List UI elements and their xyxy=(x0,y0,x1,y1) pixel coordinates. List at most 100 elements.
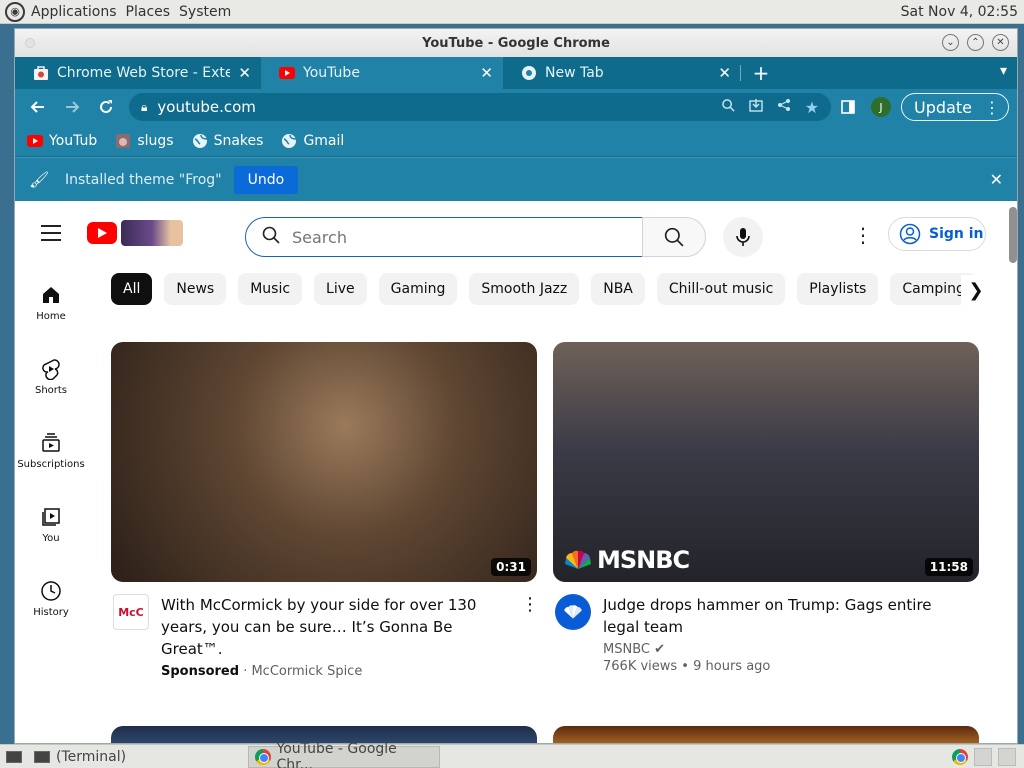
voice-search-button[interactable] xyxy=(723,217,763,257)
video-thumbnail[interactable]: 0:31 xyxy=(111,342,537,582)
webstore-icon xyxy=(33,65,49,81)
video-meta: Judge drops hammer on Trump: Gags entire… xyxy=(553,594,979,674)
video-title[interactable]: Judge drops hammer on Trump: Gags entire… xyxy=(603,594,955,638)
distro-logo-icon[interactable]: ◉ xyxy=(5,1,25,22)
lock-icon[interactable]: 🔒︎ xyxy=(141,100,147,115)
guide-label: You xyxy=(42,533,60,544)
paintbrush-icon: 🖌︎ xyxy=(29,170,50,189)
workspace-1[interactable] xyxy=(974,747,992,766)
tab-search-chevron-down-icon[interactable]: ▾ xyxy=(1000,63,1007,79)
video-thumbnail[interactable] xyxy=(553,726,979,743)
chip-nba[interactable]: NBA xyxy=(591,273,645,305)
sign-in-label: Sign in xyxy=(929,226,984,242)
close-window-icon[interactable]: ✕ xyxy=(992,34,1009,51)
maximize-icon[interactable]: ⌃ xyxy=(967,34,984,51)
sponsored-label: Sponsored xyxy=(161,664,240,679)
youtube-doodle-logo[interactable] xyxy=(87,219,183,247)
chip-live[interactable]: Live xyxy=(314,273,367,305)
page-scrollbar[interactable] xyxy=(1009,207,1017,263)
tab-close-icon[interactable]: ✕ xyxy=(238,64,251,82)
guide-item-shorts[interactable]: Shorts xyxy=(15,341,87,415)
workspace-2[interactable] xyxy=(998,747,1016,766)
chip-chill-out-music[interactable]: Chill-out music xyxy=(656,273,786,305)
channel-avatar-msnbc[interactable] xyxy=(555,594,591,630)
youtube-icon xyxy=(279,65,295,81)
bookmark-label: YouTub xyxy=(49,132,98,149)
tab-youtube[interactable]: YouTube ✕ xyxy=(261,57,503,89)
chip-news[interactable]: News xyxy=(164,273,227,305)
guide-item-subscriptions[interactable]: Subscriptions xyxy=(15,415,87,489)
hamburger-menu-icon[interactable] xyxy=(41,225,61,246)
share-icon[interactable] xyxy=(777,98,791,116)
tab-label: Chrome Web Store - Extens xyxy=(57,65,230,81)
youtube-icon xyxy=(27,133,43,149)
sign-in-button[interactable]: Sign in xyxy=(888,217,986,251)
tab-new-tab[interactable]: New Tab ✕ xyxy=(503,57,741,89)
taskbar-label: YouTube - Google Chr... xyxy=(276,740,397,768)
forward-arrow-icon[interactable] xyxy=(57,92,87,122)
undo-button[interactable]: Undo xyxy=(233,165,299,194)
minimize-icon[interactable]: ⌄ xyxy=(942,34,959,51)
chip-gaming[interactable]: Gaming xyxy=(378,273,458,305)
bookmark-label: Snakes xyxy=(213,132,264,149)
menu-applications[interactable]: Applications xyxy=(31,4,117,20)
chip-playlists[interactable]: Playlists xyxy=(797,273,879,305)
side-panel-icon[interactable] xyxy=(835,100,861,114)
new-tab-button[interactable]: + xyxy=(741,57,781,89)
bookmark-gmail[interactable]: Gmail xyxy=(281,133,344,149)
video-card[interactable]: 0:31 McC With McCormick by your side for… xyxy=(111,342,539,679)
channel-name[interactable]: MSNBC xyxy=(603,642,650,657)
system-tray xyxy=(952,747,1024,766)
tab-close-icon[interactable]: ✕ xyxy=(718,64,731,82)
taskbar-item-terminal[interactable]: (Terminal) xyxy=(28,746,248,768)
video-title[interactable]: With McCormick by your side for over 130… xyxy=(161,594,513,660)
clock[interactable]: Sat Nov 4, 02:55 xyxy=(901,4,1018,20)
install-app-icon[interactable] xyxy=(749,98,763,116)
window-titlebar[interactable]: YouTube - Google Chrome ⌄ ⌃ ✕ xyxy=(15,29,1017,57)
bookmark-label: slugs xyxy=(137,132,174,149)
taskbar-item-chrome[interactable]: YouTube - Google Chr... xyxy=(248,741,440,768)
guide-item-history[interactable]: History xyxy=(15,563,87,637)
video-meta: McC With McCormick by your side for over… xyxy=(111,594,539,679)
window-controls: ⌄ ⌃ ✕ xyxy=(942,34,1009,51)
tab-close-icon[interactable]: ✕ xyxy=(480,64,493,82)
menu-system[interactable]: System xyxy=(179,4,231,20)
back-arrow-icon[interactable] xyxy=(23,92,53,122)
bookmark-snakes[interactable]: Snakes xyxy=(192,132,264,149)
reload-icon[interactable] xyxy=(91,92,121,122)
infobar-message: Installed theme "Frog" xyxy=(65,171,222,188)
chip-all[interactable]: All xyxy=(111,273,153,305)
bookmark-youtube[interactable]: YouTub xyxy=(27,133,97,149)
channel-avatar[interactable]: McC xyxy=(113,594,149,630)
settings-kebab-icon[interactable]: ⋮ xyxy=(853,223,873,247)
chips-next-chevron-right-icon[interactable]: ❯ xyxy=(961,275,991,305)
address-bar[interactable]: 🔒︎ youtube.com ★ xyxy=(129,93,832,121)
bookmark-slugs[interactable]: slugs xyxy=(115,132,174,149)
zoom-search-icon[interactable] xyxy=(721,98,735,116)
url-text[interactable]: youtube.com xyxy=(157,98,721,116)
guide-item-you[interactable]: You xyxy=(15,489,87,563)
chip-music[interactable]: Music xyxy=(238,273,303,305)
profile-avatar[interactable]: J xyxy=(871,97,892,117)
guide-label: History xyxy=(33,607,69,618)
update-button[interactable]: Update ⋮ xyxy=(901,93,1009,121)
shorts-icon xyxy=(41,357,61,381)
video-menu-kebab-icon[interactable]: ⋮ xyxy=(521,594,539,679)
show-desktop-button[interactable] xyxy=(0,746,28,768)
guide-item-home[interactable]: Home xyxy=(15,267,87,341)
channel-row: MSNBC ✔︎ xyxy=(603,642,955,657)
video-thumbnail[interactable]: MSNBC 11:58 xyxy=(553,342,979,582)
bookmark-star-icon[interactable]: ★ xyxy=(805,98,819,117)
video-card[interactable]: MSNBC 11:58 Judge drops hammer on Trump:… xyxy=(553,342,979,674)
search-button[interactable] xyxy=(642,217,706,257)
video-byline: Sponsored · McCormick Spice xyxy=(161,664,513,679)
menu-places[interactable]: Places xyxy=(126,4,171,20)
chip-smooth-jazz[interactable]: Smooth Jazz xyxy=(469,273,580,305)
chrome-tray-icon[interactable] xyxy=(952,748,968,765)
search-input[interactable] xyxy=(292,227,612,247)
tab-chrome-web-store[interactable]: Chrome Web Store - Extens ✕ xyxy=(15,57,261,89)
browser-toolbar: 🔒︎ youtube.com ★ J Update ⋮ xyxy=(15,89,1017,125)
channel-name[interactable]: McCormick Spice xyxy=(251,664,362,679)
infobar-close-icon[interactable]: ✕ xyxy=(990,170,1003,189)
window-menu-icon[interactable] xyxy=(25,38,35,48)
